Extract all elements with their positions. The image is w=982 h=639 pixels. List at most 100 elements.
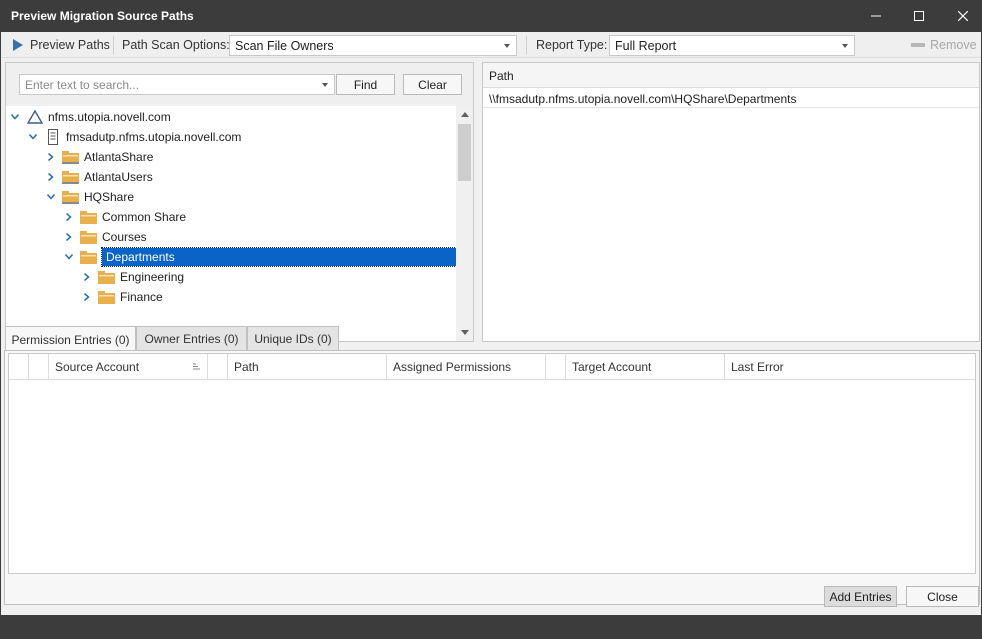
report-type-label: Report Type:: [536, 38, 608, 52]
minimize-icon: [871, 15, 881, 17]
grid-header-spacer: [546, 354, 566, 380]
scan-options-label: Path Scan Options:: [122, 38, 230, 52]
tab-permission-entries[interactable]: Permission Entries (0): [5, 326, 136, 352]
play-icon: [13, 39, 23, 51]
tree-node[interactable]: AtlantaShare: [46, 147, 153, 167]
chevron-right-icon[interactable]: [64, 212, 74, 222]
tree-node-label: Departments: [101, 247, 457, 267]
search-placeholder: Enter text to search...: [25, 78, 140, 92]
report-type-value: Full Report: [615, 38, 677, 53]
chevron-down-icon: [842, 44, 848, 48]
chevron-right-icon[interactable]: [82, 272, 92, 282]
tab-unique-ids[interactable]: Unique IDs (0): [247, 326, 339, 351]
find-button[interactable]: Find: [336, 74, 395, 95]
preview-paths-button[interactable]: Preview Paths: [12, 32, 110, 58]
chevron-down-icon[interactable]: [28, 132, 38, 142]
report-type-dropdown[interactable]: Full Report: [609, 35, 855, 56]
chevron-right-icon[interactable]: [46, 172, 56, 182]
toolbar-separator: [113, 36, 114, 54]
tree-node[interactable]: Engineering: [82, 267, 184, 287]
remove-label: Remove: [930, 38, 977, 52]
column-assigned-permissions[interactable]: Assigned Permissions: [387, 354, 546, 380]
tree-node[interactable]: HQShare: [46, 187, 134, 207]
close-window-button[interactable]: [940, 0, 982, 32]
maximize-button[interactable]: [896, 0, 942, 32]
grid-header-checkbox[interactable]: [29, 354, 49, 380]
grid-header: Source Account Path Assigned Permissions…: [9, 354, 975, 380]
tree-node[interactable]: nfms.utopia.novell.com: [10, 107, 171, 127]
close-icon: [958, 11, 968, 21]
column-source-account[interactable]: Source Account: [49, 354, 208, 380]
folder-icon: [98, 269, 116, 285]
tree-icon: [26, 109, 44, 125]
search-bar: Enter text to search... Find Clear: [5, 62, 474, 106]
chevron-down-icon: [322, 83, 328, 87]
tree-node-label: HQShare: [84, 190, 135, 204]
folder-tree[interactable]: nfms.utopia.novell.com fmsadutp.nfms.uto…: [5, 106, 474, 342]
tree-node[interactable]: AtlantaUsers: [46, 167, 153, 187]
clear-button[interactable]: Clear: [403, 74, 462, 95]
sort-icon: [193, 363, 200, 370]
entries-panel: Source Account Path Assigned Permissions…: [4, 350, 980, 605]
preview-paths-label: Preview Paths: [30, 38, 110, 52]
tree-node[interactable]: Courses: [64, 227, 147, 247]
dialog-body: Preview Paths Path Scan Options: Scan Fi…: [0, 32, 982, 615]
tree-node-label: Finance: [120, 290, 163, 304]
chevron-right-icon[interactable]: [46, 152, 56, 162]
tree-node-label: Common Share: [102, 210, 187, 224]
entries-grid[interactable]: Source Account Path Assigned Permissions…: [8, 353, 976, 574]
tree-node-selected[interactable]: Departments: [64, 247, 457, 267]
minus-icon: [911, 43, 925, 47]
tree-scrollbar[interactable]: [456, 106, 473, 341]
chevron-down-icon[interactable]: [10, 112, 20, 122]
remove-button[interactable]: Remove: [911, 32, 977, 58]
chevron-down-icon: [504, 44, 510, 48]
folder-icon: [80, 209, 98, 225]
window-title: Preview Migration Source Paths: [11, 9, 194, 23]
title-bar: Preview Migration Source Paths: [0, 0, 982, 32]
folder-icon: [80, 229, 98, 245]
chevron-right-icon[interactable]: [82, 292, 92, 302]
column-label: Source Account: [55, 360, 140, 374]
add-entries-button[interactable]: Add Entries: [824, 586, 897, 607]
chevron-down-icon[interactable]: [64, 252, 74, 262]
column-last-error[interactable]: Last Error: [725, 354, 975, 380]
path-row[interactable]: \\fmsadutp.nfms.utopia.novell.com\HQShar…: [483, 88, 979, 108]
tree-node[interactable]: Common Share: [64, 207, 186, 227]
scrollbar-thumb[interactable]: [458, 124, 471, 181]
scan-options-dropdown[interactable]: Scan File Owners: [229, 35, 517, 56]
folder-icon: [80, 249, 98, 265]
path-column-header[interactable]: Path: [483, 63, 979, 88]
toolbar-separator: [526, 36, 527, 54]
tree-node-label: fmsadutp.nfms.utopia.novell.com: [66, 130, 242, 144]
folder-icon: [98, 289, 116, 305]
scroll-down-icon[interactable]: [461, 330, 469, 335]
chevron-down-icon[interactable]: [46, 192, 56, 202]
tree-node-label: AtlantaUsers: [84, 170, 153, 184]
tree-node[interactable]: Finance: [82, 287, 163, 307]
server-icon: [44, 129, 62, 145]
toolbar: Preview Paths Path Scan Options: Scan Fi…: [1, 32, 981, 58]
tab-owner-entries[interactable]: Owner Entries (0): [136, 326, 247, 351]
path-list: Path \\fmsadutp.nfms.utopia.novell.com\H…: [482, 62, 980, 342]
scan-options-value: Scan File Owners: [235, 38, 334, 53]
share-folder-icon: [62, 169, 80, 185]
tree-node-label: AtlantaShare: [84, 150, 154, 164]
scroll-up-icon[interactable]: [461, 112, 469, 117]
close-button[interactable]: Close: [906, 586, 979, 607]
column-target-account[interactable]: Target Account: [566, 354, 725, 380]
status-bar: [0, 615, 982, 639]
tree-node-label: nfms.utopia.novell.com: [48, 110, 171, 124]
grid-header-indicator: [9, 354, 29, 380]
search-input[interactable]: Enter text to search...: [19, 74, 335, 95]
tree-node-label: Engineering: [120, 270, 185, 284]
chevron-right-icon[interactable]: [64, 232, 74, 242]
tree-node-label: Courses: [102, 230, 147, 244]
share-folder-icon: [62, 149, 80, 165]
tree-node[interactable]: fmsadutp.nfms.utopia.novell.com: [28, 127, 241, 147]
grid-header-spacer: [208, 354, 228, 380]
minimize-button[interactable]: [853, 0, 899, 32]
maximize-icon: [914, 11, 924, 21]
column-path[interactable]: Path: [228, 354, 387, 380]
share-folder-icon: [62, 189, 80, 205]
